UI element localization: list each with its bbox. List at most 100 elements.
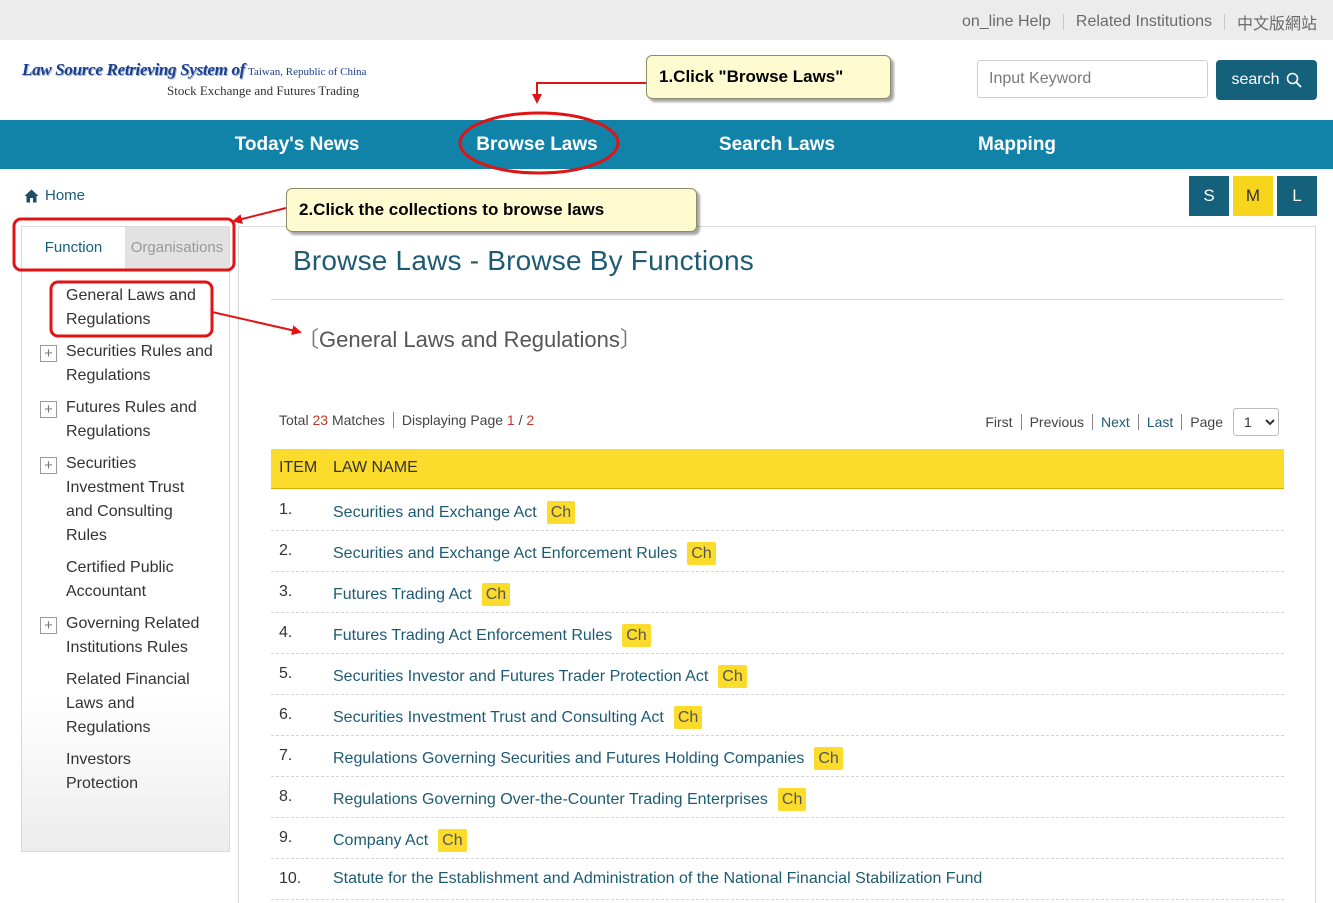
logo-title: Law Source Retrieving System of [22,60,246,79]
search-button-label: search [1231,71,1280,88]
category-title: General Laws and Regulations [319,327,620,352]
law-name[interactable]: Futures Trading Act [333,586,472,604]
bracket-open: 〔 [297,327,320,352]
expand-icon[interactable]: + [40,617,57,634]
search-button[interactable]: search [1216,60,1317,100]
pager-first[interactable]: First [985,414,1012,430]
divider [1181,414,1183,430]
law-name[interactable]: Securities Investor and Futures Trader P… [333,668,708,686]
chinese-version-badge[interactable]: Ch [718,665,747,688]
law-link[interactable]: Futures Trading Act Ch [333,583,511,606]
sidebar-item-governing-institutions[interactable]: Governing Related Institutions Rules [66,612,226,660]
law-link[interactable]: Company Act Ch [333,829,467,852]
nav-todays-news[interactable]: Today's News [197,120,397,169]
divider [1137,414,1139,430]
divider [1062,14,1064,30]
chinese-version-badge[interactable]: Ch [481,583,511,606]
logo-country: Taiwan, Republic of China [248,66,367,78]
breadcrumb-home-link[interactable]: Home [45,187,85,204]
expand-icon[interactable]: + [40,457,57,474]
total-pages: 2 [526,412,535,428]
law-link[interactable]: Regulations Governing Securities and Fut… [333,747,843,770]
pager-last[interactable]: Last [1147,414,1173,430]
bracket-close: 〕 [619,327,642,352]
site-logo[interactable]: Law Source Retrieving System of Taiwan, … [22,60,366,99]
table-row: 10. Statute for the Establishment and Adm… [271,859,1284,900]
law-name[interactable]: Futures Trading Act Enforcement Rules [333,627,612,645]
annotation-arrow [232,207,287,224]
page-select[interactable]: 1 [1233,408,1279,436]
row-item-number: 2. [279,542,293,559]
related-institutions-link[interactable]: Related Institutions [1076,13,1212,31]
law-link[interactable]: Regulations Governing Over-the-Counter T… [333,788,807,811]
pager-next[interactable]: Next [1101,414,1130,430]
sidebar-item-futures-rules[interactable]: Futures Rules and Regulations [66,396,226,444]
law-link[interactable]: Securities and Exchange Act Ch [333,501,576,524]
sidebar-item-general-laws[interactable]: General Laws and Regulations [66,284,226,332]
main-nav: Today's News Browse Laws Search Laws Map… [0,120,1333,169]
law-name[interactable]: Company Act [333,832,428,850]
column-header-item: ITEM [279,459,318,476]
law-name[interactable]: Regulations Governing Securities and Fut… [333,750,804,768]
total-label: Total [279,412,309,428]
law-link[interactable]: Securities Investor and Futures Trader P… [333,665,747,688]
expand-icon[interactable]: + [40,345,57,362]
font-size-medium-button[interactable]: M [1233,176,1273,216]
divider [392,412,394,428]
divider [1092,414,1094,430]
sidebar-item-securities-rules[interactable]: Securities Rules and Regulations [66,340,226,388]
table-row: 4. Futures Trading Act Enforcement Rules C… [271,613,1284,654]
nav-search-laws[interactable]: Search Laws [677,120,877,169]
law-link[interactable]: Futures Trading Act Enforcement Rules Ch [333,624,651,647]
online-help-link[interactable]: on_line Help [962,13,1051,31]
sidebar-tabs: Function Organisations [22,227,229,269]
expand-icon[interactable]: + [40,401,57,418]
tab-function[interactable]: Function [22,227,125,269]
chinese-version-badge[interactable]: Ch [777,788,807,811]
nav-browse-laws[interactable]: Browse Laws [437,120,637,169]
font-size-small-button[interactable]: S [1189,176,1229,216]
chinese-version-badge[interactable]: Ch [622,624,651,647]
law-link[interactable]: Securities and Exchange Act Enforcement … [333,542,716,565]
law-name[interactable]: Securities and Exchange Act [333,504,537,522]
search-input[interactable] [977,60,1208,98]
divider [1020,414,1022,430]
sidebar-item-investors-protection[interactable]: Investors Protection [66,748,166,796]
pager-previous[interactable]: Previous [1030,414,1084,430]
annotation-callout-2: 2.Click the collections to browse laws [286,188,697,232]
tab-organisations[interactable]: Organisations [125,227,229,269]
law-name[interactable]: Statute for the Establishment and Admini… [333,870,982,888]
chinese-version-badge[interactable]: Ch [438,829,467,852]
row-item-number: 9. [279,829,293,846]
divider [271,299,1284,300]
chinese-version-badge[interactable]: Ch [673,706,703,729]
row-item-number: 3. [279,583,293,600]
sidebar-item-investment-trust[interactable]: Securities Investment Trust and Consulti… [66,452,206,548]
nav-mapping[interactable]: Mapping [917,120,1117,169]
total-count: 23 [312,412,329,428]
logo-subtitle: Stock Exchange and Futures Trading [167,83,360,98]
sidebar-item-cpa[interactable]: Certified Public Accountant [66,556,196,604]
annotation-callout-1: 1.Click "Browse Laws" [646,55,891,99]
law-name[interactable]: Securities Investment Trust and Consulti… [333,709,664,727]
row-item-number: 8. [279,788,293,805]
law-name[interactable]: Securities and Exchange Act Enforcement … [333,545,677,563]
pager-page-label: Page [1190,414,1223,430]
row-item-number: 10. [279,870,302,887]
sidebar: Function Organisations General Laws and … [21,226,230,852]
table-row: 7. Regulations Governing Securities and F… [271,736,1284,777]
law-link[interactable]: Securities Investment Trust and Consulti… [333,706,703,729]
row-item-number: 6. [279,706,293,723]
table-header: ITEM LAW NAME [271,449,1284,489]
chinese-version-badge[interactable]: Ch [687,542,716,565]
breadcrumb: Home [24,187,85,204]
law-link[interactable]: Statute for the Establishment and Admini… [333,870,982,888]
row-item-number: 4. [279,624,293,641]
chinese-version-link[interactable]: 中文版網站 [1237,10,1317,34]
top-links: on_line Help Related Institutions 中文版網站 [962,10,1317,34]
law-name[interactable]: Regulations Governing Over-the-Counter T… [333,791,768,809]
sidebar-item-related-financial[interactable]: Related Financial Laws and Regulations [66,668,206,740]
chinese-version-badge[interactable]: Ch [814,747,843,770]
font-size-large-button[interactable]: L [1277,176,1317,216]
chinese-version-badge[interactable]: Ch [546,501,576,524]
